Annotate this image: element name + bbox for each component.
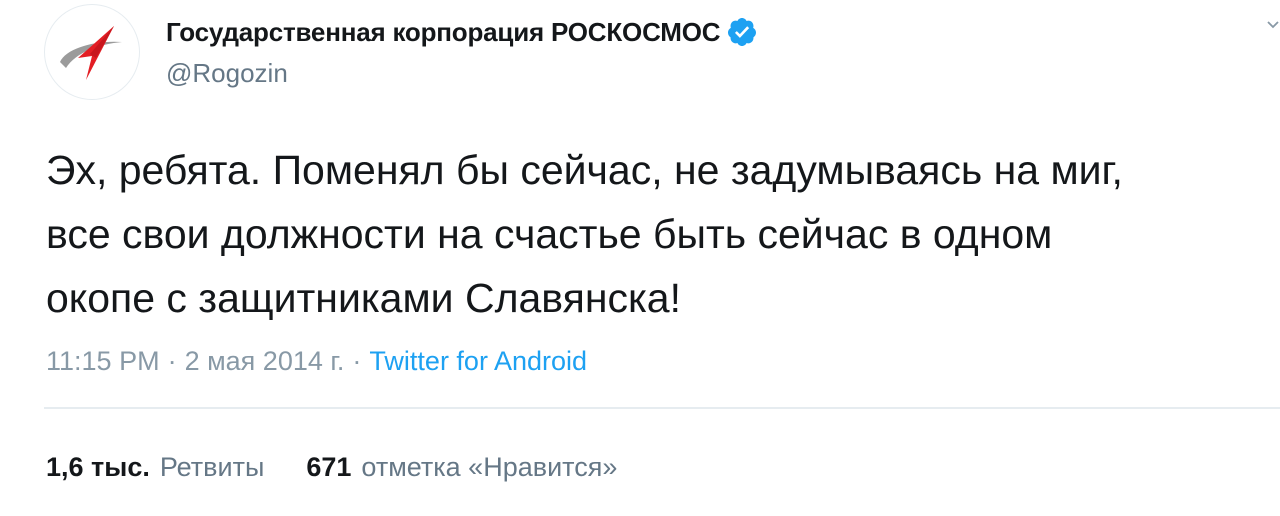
likes-stat[interactable]: 671 отметка «Нравится» <box>306 452 617 483</box>
avatar[interactable] <box>44 4 140 100</box>
tweet-text: Эх, ребята. Поменял бы сейчас, не задумы… <box>46 147 1123 321</box>
divider <box>44 407 1280 409</box>
user-handle[interactable]: @Rogozin <box>166 58 758 89</box>
likes-count: 671 <box>306 452 352 482</box>
name-row: Государственная корпорация РОСКОСМОС <box>166 12 758 52</box>
tweet-time[interactable]: 11:15 PM <box>46 346 160 377</box>
retweets-label: Ретвиты <box>159 452 265 482</box>
meta-separator: · <box>352 346 362 376</box>
user-info: Государственная корпорация РОСКОСМОС @Ro… <box>166 12 758 89</box>
verified-badge-icon <box>728 18 757 46</box>
tweet-source-link[interactable]: Twitter for Android <box>369 346 587 377</box>
tweet-card: Государственная корпорация РОСКОСМОС @Ro… <box>0 0 1280 516</box>
tweet-meta: 11:15 PM · 2 мая 2014 г. · Twitter for A… <box>46 346 587 377</box>
meta-separator: · <box>167 346 177 376</box>
chevron-down-icon[interactable] <box>1266 18 1280 32</box>
display-name[interactable]: Государственная корпорация РОСКОСМОС <box>166 17 721 48</box>
likes-label: отметка «Нравится» <box>361 452 618 482</box>
tweet-stats: 1,6 тыс. Ретвиты 671 отметка «Нравится» <box>46 452 617 483</box>
retweets-stat[interactable]: 1,6 тыс. Ретвиты <box>46 452 264 483</box>
roscosmos-logo-icon <box>60 26 122 80</box>
retweets-count: 1,6 тыс. <box>46 452 150 482</box>
tweet-date[interactable]: 2 мая 2014 г. <box>185 346 345 377</box>
tweet-header: Государственная корпорация РОСКОСМОС @Ro… <box>44 4 758 104</box>
